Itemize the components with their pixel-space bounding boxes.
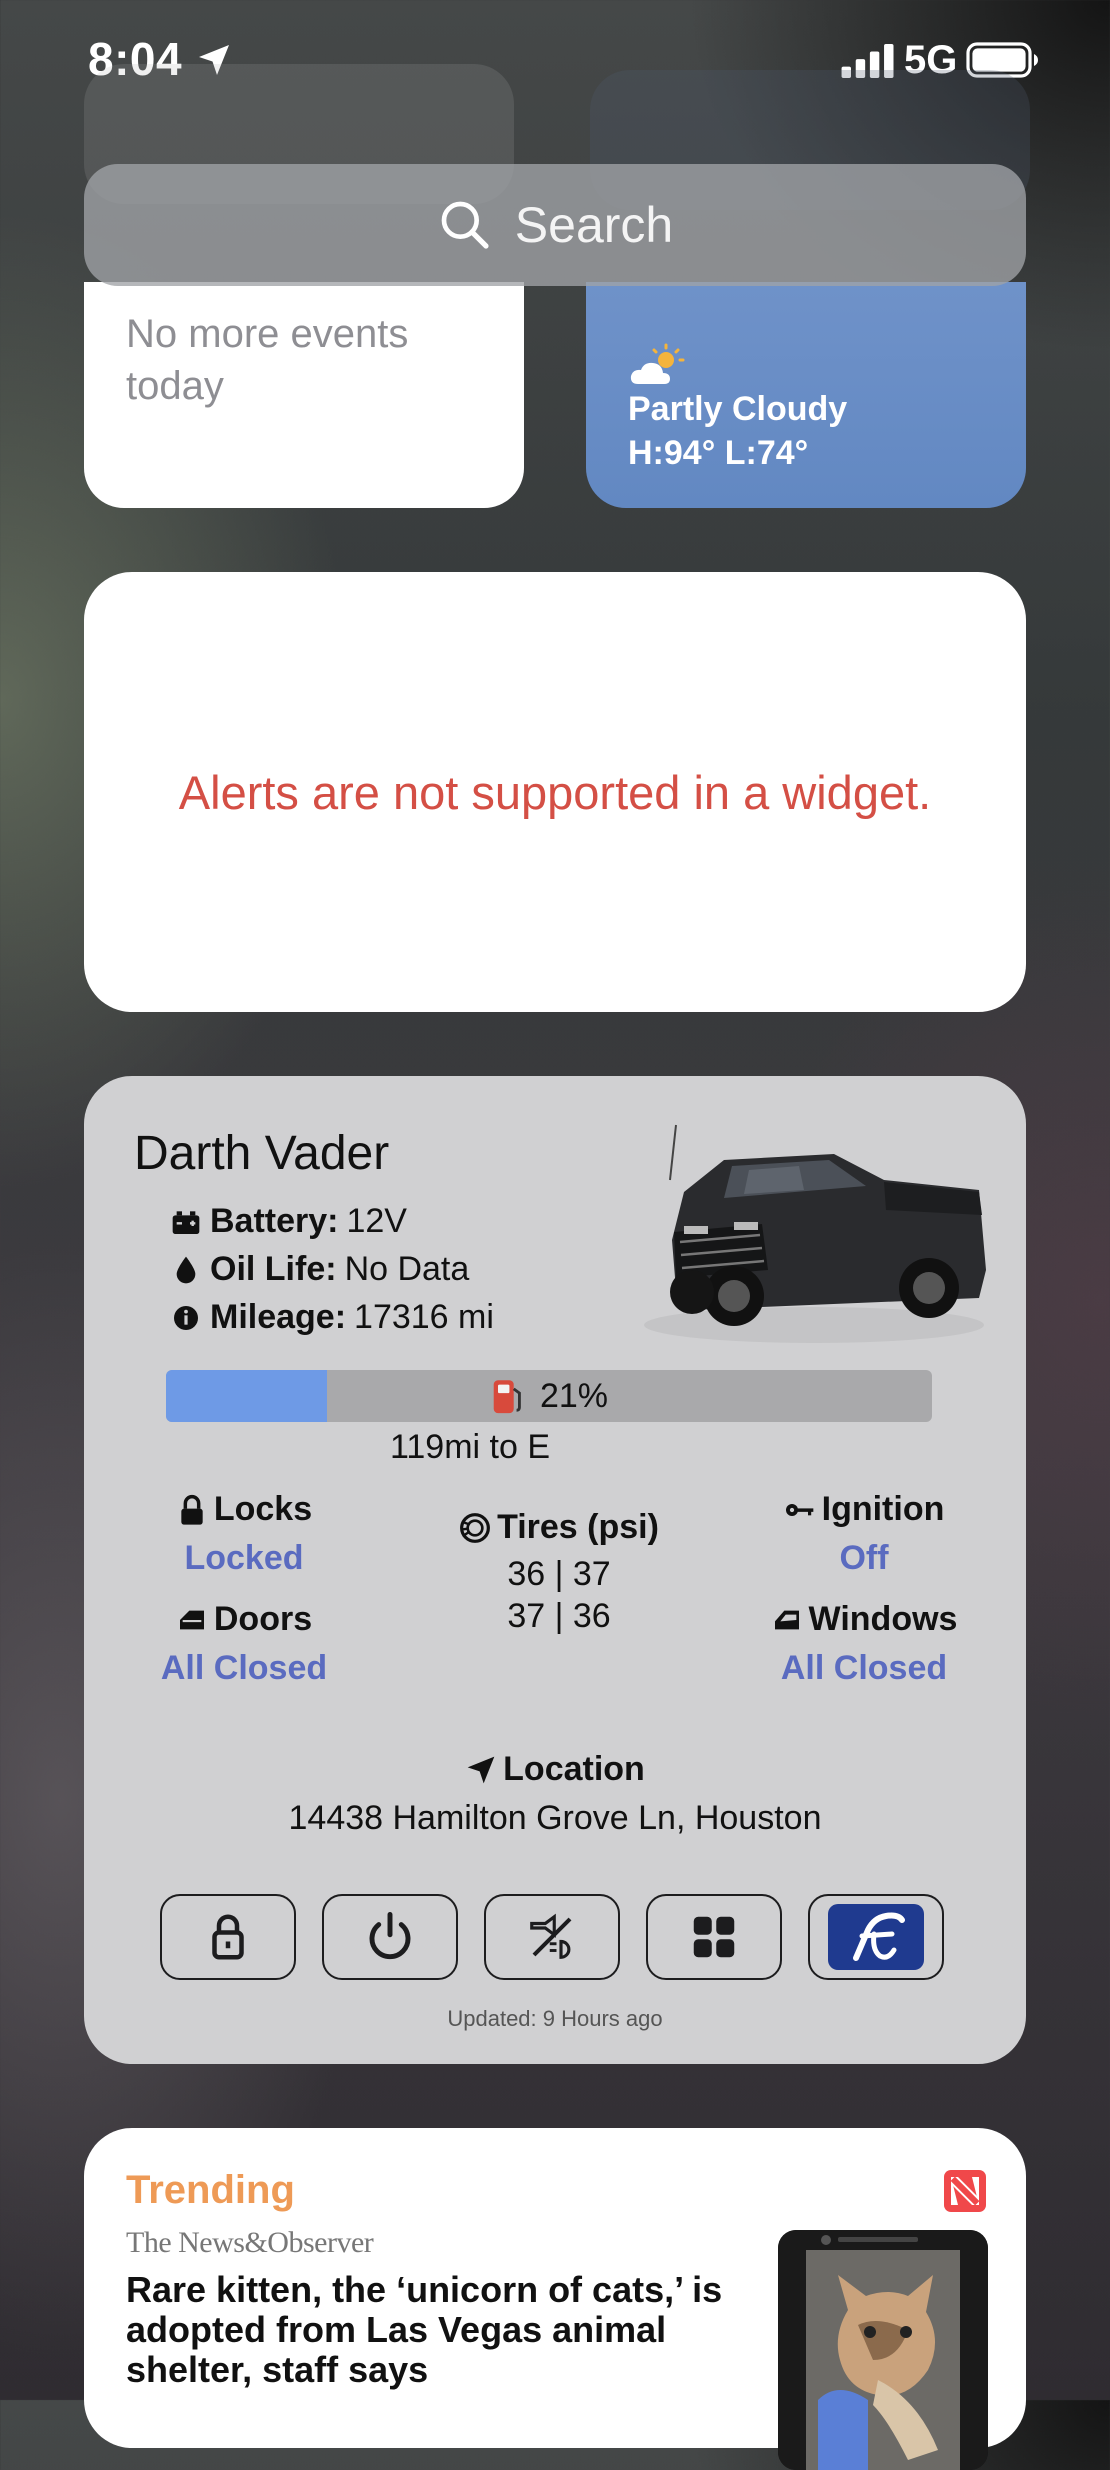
lock-outline-icon	[212, 1914, 244, 1960]
doors-status: Doors All Closed	[134, 1600, 354, 1688]
fuel-level-bar: 21%	[166, 1370, 932, 1422]
car-window-icon	[774, 1610, 799, 1629]
news-thumbnail[interactable]	[778, 2230, 988, 2470]
ignition-status: Ignition Off	[754, 1490, 974, 1578]
location-label: Location	[503, 1750, 645, 1788]
horn-lights-button[interactable]	[484, 1894, 620, 1980]
doors-value: All Closed	[160, 1649, 328, 1687]
location-arrow-icon	[467, 1756, 495, 1783]
battery-value: 12V	[346, 1202, 407, 1240]
apple-news-icon	[944, 2170, 986, 2212]
tire-icon	[460, 1512, 490, 1543]
fordpass-app-button[interactable]	[808, 1894, 944, 1980]
locks-label: Locks	[213, 1490, 313, 1528]
fuel-pump-icon	[493, 1380, 521, 1414]
news-publisher: The News&Observer	[126, 2226, 374, 2259]
windows-value: All Closed	[780, 1649, 948, 1687]
location-address: 14438 Hamilton Grove Ln, Houston	[288, 1799, 822, 1837]
mileage-label: Mileage:	[210, 1298, 347, 1336]
car-battery-icon	[172, 1210, 200, 1234]
truck-image	[644, 1124, 986, 1343]
fuel-percent: 21%	[539, 1376, 609, 1415]
locks-status: Locks Locked	[144, 1490, 344, 1578]
power-button[interactable]	[322, 1894, 458, 1980]
battery-stat: Battery: 12V	[170, 1202, 407, 1241]
fuel-range: 119mi to E	[389, 1428, 550, 1466]
ignition-value: Off	[839, 1539, 889, 1577]
info-icon	[174, 1305, 198, 1330]
oil-life-label: Oil Life:	[210, 1250, 337, 1288]
news-headline[interactable]: Rare kitten, the ‘unicorn of cats,’ is a…	[126, 2270, 726, 2390]
oil-life-value: No Data	[344, 1250, 470, 1288]
calendar-widget[interactable]: No more events today	[84, 282, 524, 508]
windows-label: Windows	[808, 1600, 958, 1638]
menu-grid-button[interactable]	[646, 1894, 782, 1980]
vehicle-location: Location 14438 Hamilton Grove Ln, Housto…	[84, 1750, 1026, 1838]
calendar-status-text: No more events today	[126, 312, 409, 408]
news-section-title: Trending	[126, 2168, 295, 2212]
windows-status: Windows All Closed	[734, 1600, 994, 1688]
car-door-icon	[179, 1610, 204, 1629]
mileage-value: 17316 mi	[354, 1298, 494, 1336]
search-bar[interactable]: Search	[84, 164, 1026, 286]
news-widget[interactable]: Trending The News&Observer Rare kitten, …	[84, 2128, 1026, 2470]
tires-status: Tires (psi) 36 | 37 37 | 36	[444, 1508, 674, 1637]
vehicle-widget[interactable]: Darth Vader Battery: 12V Oil Life: No Da…	[84, 1076, 1026, 2064]
mileage-stat: Mileage: 17316 mi	[170, 1298, 494, 1337]
oil-drop-icon	[176, 1256, 196, 1283]
doors-label: Doors	[213, 1600, 313, 1638]
ignition-label: Ignition	[821, 1490, 945, 1528]
grid-icon	[693, 1916, 735, 1958]
vehicle-action-buttons	[160, 1894, 944, 1980]
ford-app-icon	[828, 1904, 924, 1970]
search-placeholder: Search	[514, 197, 674, 253]
lock-button[interactable]	[160, 1894, 296, 1980]
alert-message: Alerts are not supported in a widget.	[178, 765, 932, 819]
weather-condition: Partly Cloudy	[628, 390, 848, 428]
locks-value: Locked	[184, 1539, 304, 1577]
tires-label: Tires (psi)	[497, 1508, 659, 1546]
key-icon	[785, 1503, 813, 1516]
weather-widget[interactable]: Partly Cloudy H:94° L:74°	[586, 282, 1026, 508]
oil-life-stat: Oil Life: No Data	[170, 1250, 469, 1289]
horn-lights-icon	[530, 1913, 572, 1959]
power-icon	[369, 1912, 411, 1960]
battery-label: Battery:	[210, 1202, 339, 1240]
tires-front: 36 | 37	[507, 1555, 611, 1593]
last-updated: Updated: 9 Hours ago	[447, 2006, 663, 2031]
tires-rear: 37 | 36	[507, 1597, 611, 1635]
vehicle-name: Darth Vader	[134, 1127, 390, 1180]
search-icon	[441, 201, 489, 249]
weather-high-low: H:94° L:74°	[628, 434, 809, 472]
kitten-photo	[778, 2230, 988, 2470]
lock-icon	[181, 1494, 203, 1525]
partly-cloudy-icon	[630, 343, 685, 384]
alert-widget[interactable]: Alerts are not supported in a widget.	[84, 572, 1026, 1012]
